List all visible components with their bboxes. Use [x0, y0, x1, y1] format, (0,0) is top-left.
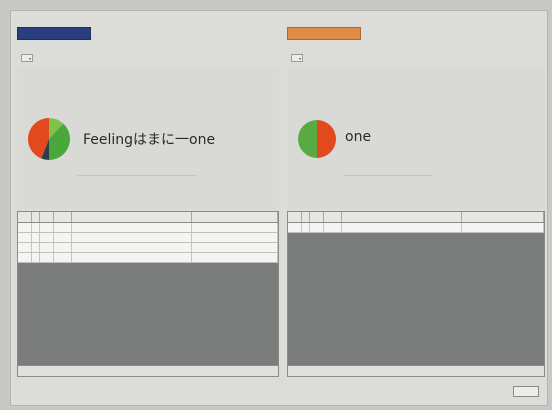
table-cell [32, 253, 40, 262]
table-cell [18, 223, 32, 232]
table-cell [32, 233, 40, 242]
left-panel-tab[interactable] [17, 27, 91, 40]
grid-column-header[interactable] [288, 212, 302, 222]
table-cell [72, 233, 192, 242]
left-filter-select[interactable]: ▾ [21, 54, 33, 62]
right-pie-chart [298, 120, 336, 158]
right-data-grid [287, 211, 545, 377]
grid-column-header[interactable] [462, 212, 544, 222]
table-row[interactable] [18, 253, 278, 263]
left-chart-baseline [77, 175, 197, 176]
table-cell [310, 223, 324, 232]
left-chart-area: Feelingはまに一one [17, 67, 279, 209]
chevron-down-icon: ▾ [298, 56, 301, 61]
right-panel: ▾ one [287, 17, 545, 379]
grid-column-header[interactable] [32, 212, 40, 222]
right-chart-area: one [287, 67, 545, 209]
left-grid-body [18, 223, 278, 263]
right-grid-body [288, 223, 544, 233]
grid-column-header[interactable] [310, 212, 324, 222]
table-cell [40, 253, 54, 262]
grid-column-header[interactable] [54, 212, 72, 222]
table-cell [32, 223, 40, 232]
table-cell [40, 243, 54, 252]
table-cell [192, 243, 278, 252]
right-filter-row: ▾ [287, 53, 303, 63]
left-filter-row: ▾ [17, 53, 33, 63]
table-cell [54, 243, 72, 252]
table-cell [18, 253, 32, 262]
right-headline: one [345, 129, 372, 145]
pie-slice [317, 120, 336, 158]
table-cell [192, 253, 278, 262]
app-window: ▾ Feelingはまに一one ▾ one [10, 10, 548, 406]
right-grid-header [288, 212, 544, 223]
table-cell [342, 223, 462, 232]
table-cell [54, 233, 72, 242]
table-row[interactable] [18, 243, 278, 253]
table-row[interactable] [18, 233, 278, 243]
table-cell [72, 243, 192, 252]
table-cell [192, 233, 278, 242]
grid-column-header[interactable] [342, 212, 462, 222]
table-cell [54, 223, 72, 232]
table-row[interactable] [288, 223, 544, 233]
grid-column-header[interactable] [302, 212, 310, 222]
pie-slice [298, 120, 317, 158]
table-cell [40, 233, 54, 242]
table-cell [302, 223, 310, 232]
table-cell [324, 223, 342, 232]
chevron-down-icon: ▾ [28, 56, 31, 61]
grid-column-header[interactable] [192, 212, 278, 222]
table-row[interactable] [18, 223, 278, 233]
left-grid-header [18, 212, 278, 223]
left-headline: Feelingはまに一one [83, 132, 216, 148]
table-cell [462, 223, 544, 232]
grid-column-header[interactable] [40, 212, 54, 222]
right-panel-tab[interactable] [287, 27, 361, 40]
grid-column-header[interactable] [324, 212, 342, 222]
table-cell [40, 223, 54, 232]
left-grid-footer [18, 365, 278, 376]
table-cell [32, 243, 40, 252]
left-data-grid [17, 211, 279, 377]
right-chart-baseline [343, 175, 433, 176]
table-cell [288, 223, 302, 232]
bottom-action-button[interactable] [513, 386, 539, 397]
table-cell [192, 223, 278, 232]
right-filter-select[interactable]: ▾ [291, 54, 303, 62]
table-cell [72, 223, 192, 232]
table-cell [18, 243, 32, 252]
left-panel: ▾ Feelingはまに一one [17, 17, 279, 379]
grid-column-header[interactable] [72, 212, 192, 222]
left-pie-chart [28, 118, 70, 160]
table-cell [18, 233, 32, 242]
table-cell [54, 253, 72, 262]
table-cell [72, 253, 192, 262]
right-grid-footer [288, 365, 544, 376]
grid-column-header[interactable] [18, 212, 32, 222]
